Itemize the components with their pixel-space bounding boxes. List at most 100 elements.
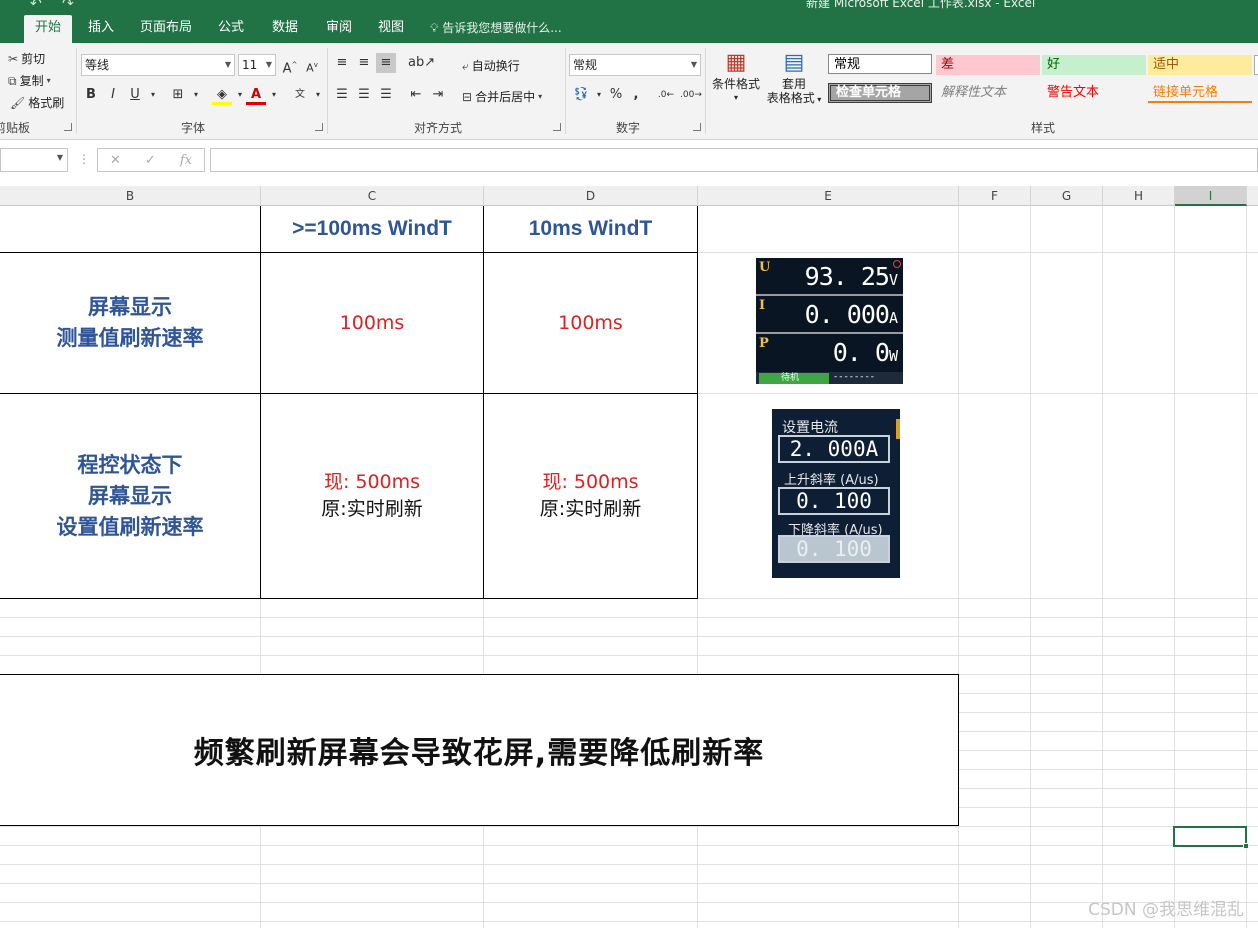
tab-data[interactable]: 数据 — [264, 15, 306, 43]
format-as-table-label-2: 表格格式 — [766, 91, 815, 105]
conditional-format-button[interactable]: ▦ 条件格式 ▾ — [710, 49, 762, 105]
column-header-f[interactable]: F — [959, 186, 1031, 206]
style-normal[interactable]: 常规 — [828, 54, 932, 74]
style-linked-cell[interactable]: 链接单元格 — [1148, 83, 1252, 103]
chevron-down-icon[interactable]: ▾ — [308, 85, 328, 105]
align-bottom-icon[interactable]: ≡ — [376, 53, 396, 73]
align-right-icon[interactable]: ☰ — [376, 85, 396, 105]
tab-insert[interactable]: 插入 — [80, 15, 122, 43]
redo-icon[interactable]: ↷ — [62, 0, 74, 12]
wrap-text-button[interactable]: ⤶ 自动换行 — [462, 57, 520, 74]
copy-button[interactable]: ⧉ 复制 ▾ — [8, 72, 51, 89]
name-box[interactable]: ▼ — [0, 148, 68, 172]
fill-handle[interactable] — [1243, 843, 1249, 849]
tell-me-box[interactable]: 💡︎ 告诉我您想要做什么... — [430, 15, 562, 43]
font-color-icon[interactable]: A — [246, 85, 266, 105]
merge-center-button[interactable]: ⊟ 合并后居中 ▾ — [462, 88, 542, 105]
alignment-launcher-icon[interactable] — [553, 123, 561, 131]
font-group-label: 字体 — [180, 121, 205, 135]
decrease-decimal-icon[interactable]: .00→ — [680, 85, 702, 105]
cell-row1-label[interactable]: 屏幕显示 测量值刷新速率 — [0, 253, 260, 393]
percent-button[interactable]: % — [606, 85, 626, 105]
formula-input[interactable] — [210, 148, 1258, 172]
chevron-down-icon[interactable]: ▾ — [186, 85, 206, 105]
format-painter-label: 格式刷 — [28, 96, 65, 110]
column-header-b[interactable]: B — [0, 186, 261, 206]
currency-icon[interactable]: 💱︎ — [571, 85, 591, 105]
border-icon[interactable]: ⊞ — [168, 85, 188, 105]
cut-label: 剪切 — [21, 52, 46, 66]
undo-icon[interactable]: ↶ — [30, 0, 42, 12]
bold-button[interactable]: B — [81, 85, 101, 105]
cell-c-header[interactable]: >=100ms WindT — [261, 206, 483, 252]
cell-row2-d[interactable]: 现: 500ms 原:实时刷新 — [484, 394, 697, 598]
number-format-select[interactable]: 常规 ▼ — [569, 54, 701, 76]
note-text: 频繁刷新屏幕会导致花屏,需要降低刷新率 — [193, 736, 765, 771]
orientation-icon[interactable]: ab↗ — [408, 53, 435, 73]
align-center-icon[interactable]: ☰ — [354, 85, 374, 105]
italic-button[interactable]: I — [103, 85, 123, 105]
tab-view[interactable]: 视图 — [370, 15, 412, 43]
table-icon: ▤ — [783, 50, 805, 75]
style-neutral[interactable]: 适中 — [1148, 55, 1252, 75]
cell-row1-c[interactable]: 100ms — [261, 253, 483, 393]
column-header-d[interactable]: D — [484, 186, 698, 206]
lightbulb-icon: 💡︎ — [430, 21, 439, 35]
cancel-icon[interactable]: ✕ — [110, 153, 121, 168]
decrease-indent-icon[interactable]: ⇤ — [406, 85, 426, 105]
tab-review[interactable]: 审阅 — [318, 15, 360, 43]
cell-row2-label[interactable]: 程控状态下 屏幕显示 设置值刷新速率 — [0, 394, 260, 598]
enter-icon[interactable]: ✓ — [145, 153, 156, 168]
grow-font-icon[interactable]: A^ — [280, 55, 300, 76]
font-name-select[interactable]: 等线 ▼ — [81, 54, 235, 76]
format-as-table-button[interactable]: ▤ 套用 表格格式 ▾ — [764, 49, 824, 107]
align-middle-icon[interactable]: ≡ — [354, 53, 374, 73]
cell-row2-c[interactable]: 现: 500ms 原:实时刷新 — [261, 394, 483, 598]
cell-d-header[interactable]: 10ms WindT — [484, 206, 697, 252]
clipboard-launcher-icon[interactable] — [64, 123, 72, 131]
gridline — [0, 617, 1258, 618]
chevron-down-icon[interactable]: ▾ — [264, 85, 284, 105]
style-bad[interactable]: 差 — [936, 55, 1040, 75]
phonetic-guide-icon[interactable]: 文 — [290, 85, 310, 105]
underline-button[interactable]: U — [125, 85, 145, 105]
font-size-select[interactable]: 11 ▼ — [238, 54, 276, 76]
tab-formulas[interactable]: 公式 — [210, 15, 252, 43]
style-check-cell[interactable]: 检查单元格 — [828, 83, 932, 103]
increase-indent-icon[interactable]: ⇥ — [428, 85, 448, 105]
shrink-font-icon[interactable]: Av — [302, 55, 322, 75]
format-as-table-label-1: 套用 — [781, 77, 806, 91]
format-painter-button[interactable]: 🖌︎ 格式刷 — [10, 94, 64, 111]
merged-note-cell[interactable]: 频繁刷新屏幕会导致花屏,需要降低刷新率 — [0, 674, 959, 826]
cut-button[interactable]: ✂ 剪切 — [8, 50, 45, 67]
worksheet-grid[interactable]: >=100ms WindT 10ms WindT 屏幕显示 测量值刷新速率 10… — [0, 206, 1258, 928]
increase-decimal-icon[interactable]: .0← — [656, 85, 676, 105]
style-explanatory[interactable]: 解释性文本 — [936, 83, 1040, 103]
column-header-e[interactable]: E — [698, 186, 959, 206]
comma-style-button[interactable]: , — [626, 85, 646, 105]
row1-label-line1: 屏幕显示 — [88, 295, 172, 319]
fill-color-icon[interactable]: ◈ — [212, 85, 232, 105]
column-header-h[interactable]: H — [1103, 186, 1175, 206]
font-launcher-icon[interactable] — [315, 123, 323, 131]
column-header-g[interactable]: G — [1031, 186, 1103, 206]
style-good[interactable]: 好 — [1042, 55, 1146, 75]
style-warning[interactable]: 警告文本 — [1042, 83, 1146, 103]
chevron-down-icon: ▾ — [538, 91, 543, 101]
column-header-c[interactable]: C — [261, 186, 484, 206]
chevron-down-icon[interactable]: ▾ — [143, 85, 163, 105]
gridline — [0, 864, 1258, 865]
align-top-icon[interactable]: ≡ — [332, 53, 352, 73]
meter-display-photo[interactable]: U 93. 25V I 0. 000A P 0. 0W 待机 -------- — [756, 258, 903, 384]
tab-page-layout[interactable]: 页面布局 — [134, 15, 198, 43]
insert-function-button[interactable]: fx — [180, 153, 192, 168]
number-launcher-icon[interactable] — [693, 123, 701, 131]
setting-display-photo[interactable]: 设置电流 2. 000A 上升斜率 (A/us) 0. 100 下降斜率 (A/… — [772, 409, 900, 578]
align-left-icon[interactable]: ☰ — [332, 85, 352, 105]
tab-home[interactable]: 开始 — [24, 15, 72, 43]
record-icon — [893, 260, 901, 268]
cell-row1-d[interactable]: 100ms — [484, 253, 697, 393]
style-next[interactable] — [1254, 55, 1258, 75]
column-header-i[interactable]: I — [1175, 186, 1247, 206]
active-cell-selection[interactable] — [1173, 826, 1249, 849]
